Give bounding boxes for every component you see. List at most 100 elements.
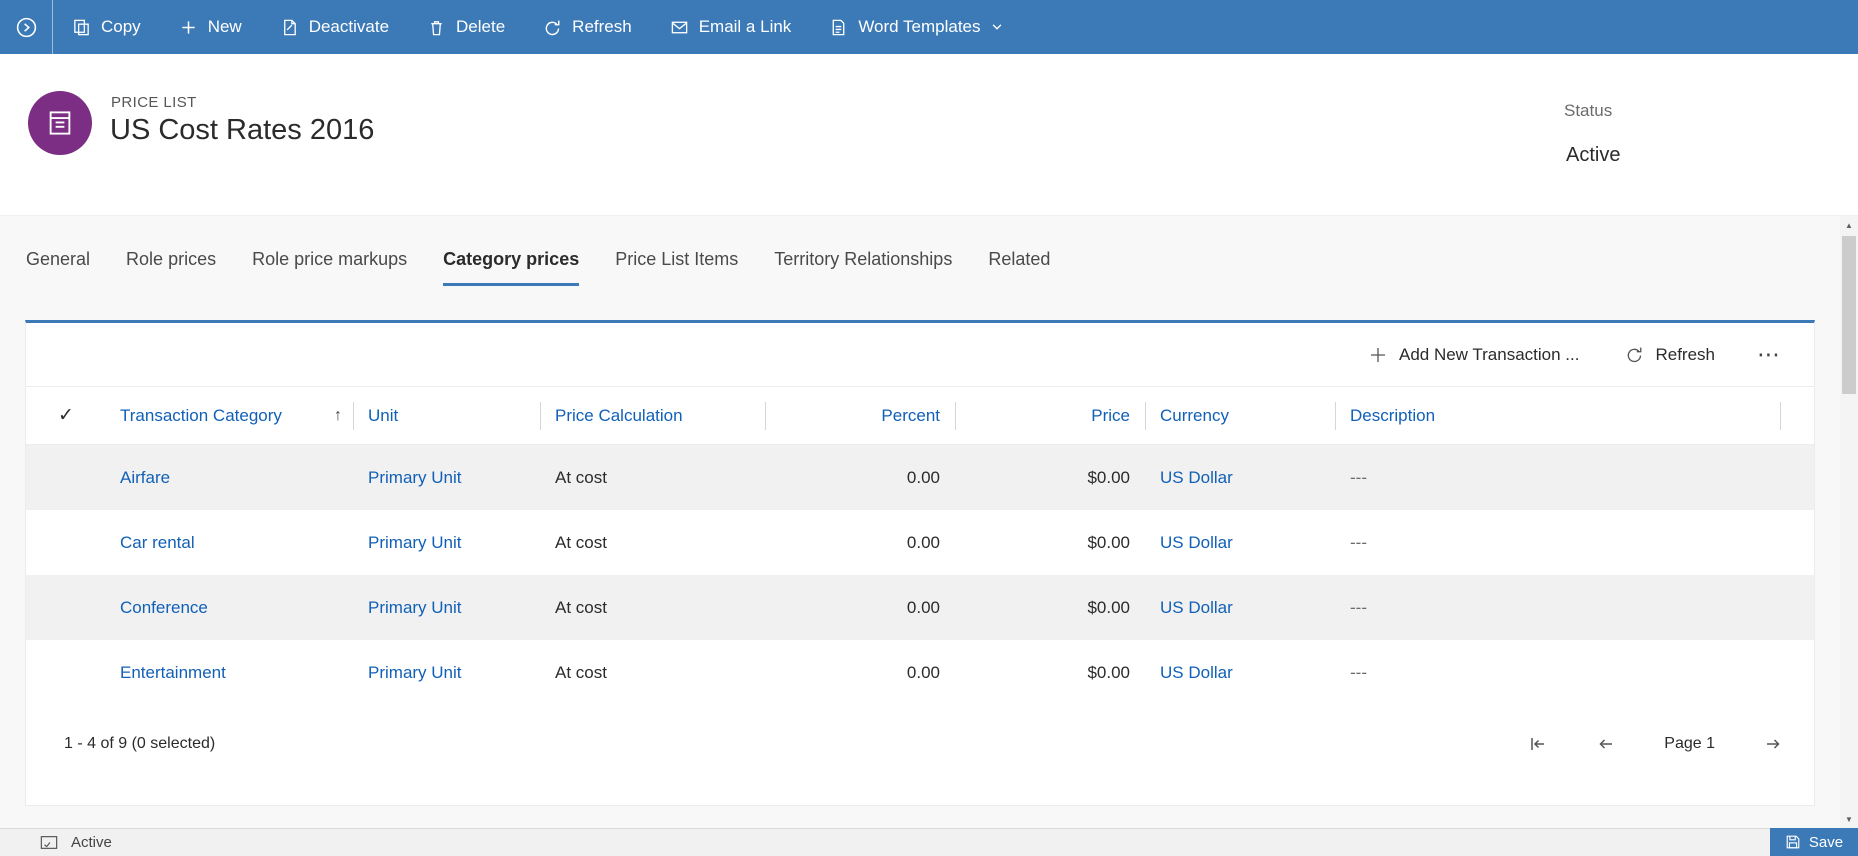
email-a-link-button[interactable]: Email a Link xyxy=(651,0,811,54)
subgrid-refresh-button[interactable]: Refresh xyxy=(1625,345,1715,365)
cell-percent: 0.00 xyxy=(766,510,956,575)
percent-value: 0.00 xyxy=(906,597,940,617)
cell-unit: Primary Unit xyxy=(354,445,541,510)
page-title: US Cost Rates 2016 xyxy=(110,114,375,146)
expand-command-bar-button[interactable] xyxy=(0,0,52,54)
percent-value: 0.00 xyxy=(906,467,940,487)
cell-currency: US Dollar xyxy=(1146,445,1336,510)
check-icon: ✓ xyxy=(58,405,74,426)
table-row[interactable]: Car rental Primary Unit At cost 0.00 $0.… xyxy=(26,510,1814,575)
cell-transaction-category: Car rental xyxy=(106,510,354,575)
refresh-button[interactable]: Refresh xyxy=(524,0,651,54)
description-value: --- xyxy=(1350,467,1367,487)
deactivate-icon xyxy=(283,19,296,35)
copy-label: Copy xyxy=(101,17,141,36)
plus-icon xyxy=(1370,347,1385,362)
cell-price-calculation: At cost xyxy=(541,575,766,640)
copy-button[interactable]: Copy xyxy=(53,0,160,54)
currency-link[interactable]: US Dollar xyxy=(1160,663,1233,683)
unit-link[interactable]: Primary Unit xyxy=(368,533,462,553)
tab-general[interactable]: General xyxy=(26,249,90,286)
unit-link[interactable]: Primary Unit xyxy=(368,598,462,618)
row-select-cell[interactable] xyxy=(26,445,106,510)
column-header-unit[interactable]: Unit xyxy=(354,387,541,444)
row-select-cell[interactable] xyxy=(26,575,106,640)
refresh-icon xyxy=(545,20,560,35)
scroll-up-icon: ▲ xyxy=(1845,220,1853,230)
tab-territory-relationships[interactable]: Territory Relationships xyxy=(774,249,952,286)
cell-currency: US Dollar xyxy=(1146,575,1336,640)
tab-strip: General Role prices Role price markups C… xyxy=(26,249,1050,286)
command-bar: Copy New Deactivate Delete Refresh Email… xyxy=(0,0,1858,54)
refresh-label: Refresh xyxy=(572,17,632,36)
form-body: General Role prices Role price markups C… xyxy=(0,216,1858,828)
deactivate-button[interactable]: Deactivate xyxy=(261,0,408,54)
price-list-icon xyxy=(28,91,92,155)
row-select-cell[interactable] xyxy=(26,640,106,705)
delete-button[interactable]: Delete xyxy=(408,0,524,54)
tab-category-prices[interactable]: Category prices xyxy=(443,249,580,286)
column-header-currency[interactable]: Currency xyxy=(1146,387,1336,444)
cell-transaction-category: Conference xyxy=(106,575,354,640)
column-header-price-calculation[interactable]: Price Calculation xyxy=(541,387,766,444)
record-state: Active xyxy=(71,834,112,851)
column-header-transaction-category[interactable]: Transaction Category ↑ xyxy=(106,387,354,444)
more-commands-button[interactable]: ⋯ xyxy=(1757,341,1780,368)
tab-role-prices[interactable]: Role prices xyxy=(126,249,216,286)
save-button[interactable]: Save xyxy=(1770,828,1858,856)
new-button[interactable]: New xyxy=(160,0,261,54)
table-row[interactable]: Entertainment Primary Unit At cost 0.00 … xyxy=(26,640,1814,705)
scrollbar-thumb[interactable] xyxy=(1842,236,1856,394)
new-label: New xyxy=(207,17,242,36)
scroll-up-button[interactable]: ▲ xyxy=(1840,216,1858,234)
cell-percent: 0.00 xyxy=(766,445,956,510)
scroll-down-button[interactable]: ▼ xyxy=(1840,810,1858,828)
currency-link[interactable]: US Dollar xyxy=(1160,598,1233,618)
add-new-transaction-button[interactable]: Add New Transaction ... xyxy=(1368,345,1579,365)
price-calculation-value: At cost xyxy=(555,662,607,682)
cell-description: --- xyxy=(1336,640,1781,705)
category-link[interactable]: Entertainment xyxy=(120,663,226,683)
deactivate-label: Deactivate xyxy=(308,17,390,36)
cell-price: $0.00 xyxy=(956,445,1146,510)
next-page-button[interactable] xyxy=(1762,733,1784,755)
tab-price-list-items[interactable]: Price List Items xyxy=(615,249,738,286)
row-select-cell[interactable] xyxy=(26,510,106,575)
percent-value: 0.00 xyxy=(906,532,940,552)
cell-description: --- xyxy=(1336,445,1781,510)
first-page-button[interactable] xyxy=(1526,733,1548,755)
word-templates-button[interactable]: Word Templates xyxy=(810,0,1032,54)
select-all-column-header[interactable]: ✓ xyxy=(26,387,106,444)
vertical-scrollbar[interactable]: ▲ ▼ xyxy=(1840,216,1858,828)
table-row[interactable]: Airfare Primary Unit At cost 0.00 $0.00 … xyxy=(26,445,1814,510)
cell-currency: US Dollar xyxy=(1146,510,1336,575)
unit-link[interactable]: Primary Unit xyxy=(368,663,462,683)
category-link[interactable]: Airfare xyxy=(120,468,170,488)
unit-link[interactable]: Primary Unit xyxy=(368,468,462,488)
currency-link[interactable]: US Dollar xyxy=(1160,533,1233,553)
tab-related[interactable]: Related xyxy=(988,249,1050,286)
cell-filler xyxy=(1781,640,1814,705)
column-header-percent[interactable]: Percent xyxy=(766,387,956,444)
column-header-description[interactable]: Description xyxy=(1336,387,1781,444)
cell-transaction-category: Airfare xyxy=(106,445,354,510)
category-link[interactable]: Conference xyxy=(120,598,208,618)
tab-role-price-markups[interactable]: Role price markups xyxy=(252,249,407,286)
previous-page-button[interactable] xyxy=(1595,733,1617,755)
cell-filler xyxy=(1781,510,1814,575)
save-icon xyxy=(1786,835,1800,849)
category-link[interactable]: Car rental xyxy=(120,533,195,553)
cell-description: --- xyxy=(1336,575,1781,640)
delete-label: Delete xyxy=(456,17,506,36)
cell-unit: Primary Unit xyxy=(354,575,541,640)
currency-link[interactable]: US Dollar xyxy=(1160,468,1233,488)
price-value: $0.00 xyxy=(1087,662,1130,682)
cell-price: $0.00 xyxy=(956,510,1146,575)
table-row[interactable]: Conference Primary Unit At cost 0.00 $0.… xyxy=(26,575,1814,640)
column-header-price[interactable]: Price xyxy=(956,387,1146,444)
price-calculation-value: At cost xyxy=(555,532,607,552)
record-header: PRICE LIST US Cost Rates 2016 Status Act… xyxy=(0,54,1858,216)
page-number: Page 1 xyxy=(1664,735,1715,752)
pagination: Page 1 xyxy=(1526,733,1784,755)
column-header-label: Unit xyxy=(368,405,399,425)
